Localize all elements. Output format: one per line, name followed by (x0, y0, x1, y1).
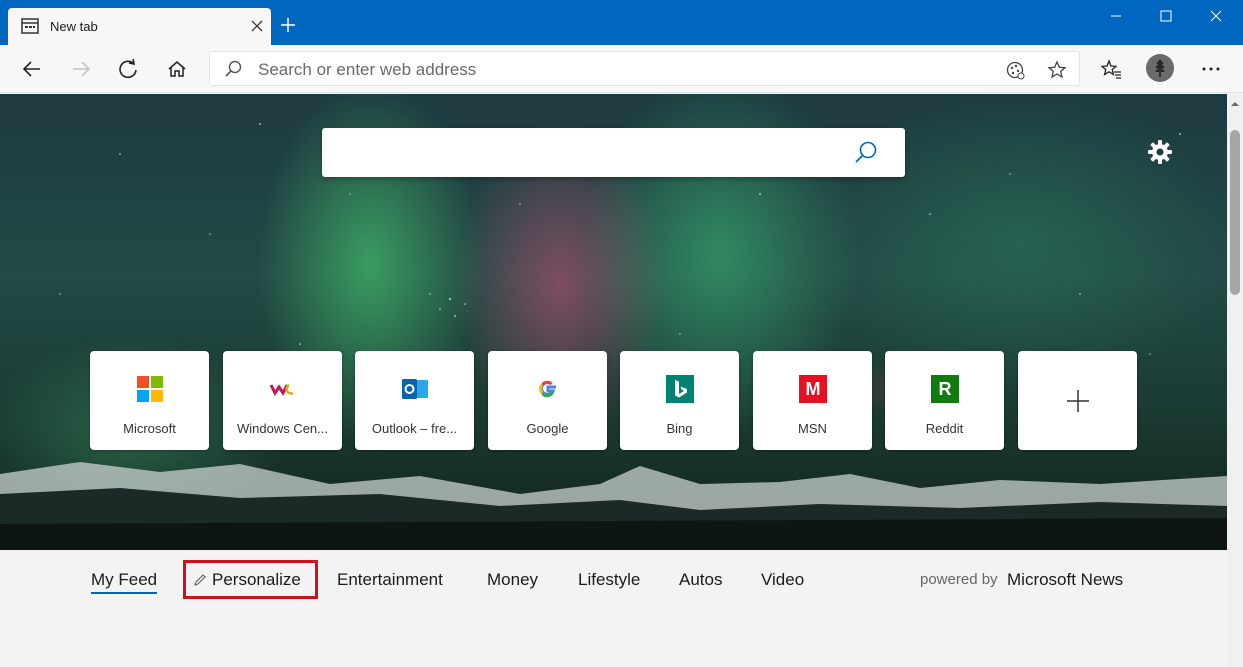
top-site-tile-microsoft[interactable]: Microsoft (90, 351, 209, 450)
more-options-icon[interactable] (1197, 55, 1225, 83)
pencil-icon (194, 574, 206, 586)
title-bar: New tab (0, 0, 1243, 45)
tile-label: Outlook – fre... (371, 421, 458, 436)
page-scrollbar[interactable] (1227, 94, 1243, 667)
top-site-tile-reddit[interactable]: R Reddit (885, 351, 1004, 450)
close-window-icon[interactable] (1193, 0, 1239, 32)
news-feed-bar: My Feed Personalize Entertainment Money … (0, 550, 1227, 667)
browser-toolbar: Search or enter web address (0, 45, 1243, 93)
tab-lifestyle[interactable]: Lifestyle (578, 570, 640, 590)
home-icon[interactable] (163, 55, 191, 83)
windows-central-logo-icon (269, 383, 294, 396)
tab-personalize[interactable]: Personalize (193, 570, 301, 590)
tile-label: Reddit (925, 421, 964, 436)
scroll-up-arrow-icon[interactable] (1231, 100, 1239, 108)
scroll-thumb[interactable] (1230, 130, 1240, 295)
msn-logo-icon: M (799, 375, 827, 403)
top-site-tile-google[interactable]: Google (488, 351, 607, 450)
tab-money[interactable]: Money (487, 570, 538, 590)
bing-logo-icon (666, 375, 694, 403)
top-site-tile-outlook[interactable]: Outlook – fre... (355, 351, 474, 450)
tab-entertainment[interactable]: Entertainment (337, 570, 443, 590)
tab-title: New tab (50, 19, 98, 34)
powered-by-label: powered by (920, 571, 998, 588)
search-icon (225, 60, 242, 77)
address-bar[interactable]: Search or enter web address (209, 51, 1080, 86)
new-tab-page-icon (21, 18, 39, 34)
top-site-tile-msn[interactable]: M MSN (753, 351, 872, 450)
add-site-tile[interactable] (1018, 351, 1137, 450)
maximize-icon[interactable] (1143, 0, 1189, 32)
google-logo-icon (539, 380, 556, 398)
tab-video[interactable]: Video (761, 570, 804, 590)
favorites-icon[interactable] (1097, 55, 1125, 83)
refresh-icon[interactable] (114, 55, 142, 83)
minimize-icon[interactable] (1093, 0, 1139, 32)
back-icon[interactable] (18, 55, 46, 83)
new-tab-icon[interactable] (278, 15, 298, 35)
tab-autos[interactable]: Autos (679, 570, 722, 590)
forward-icon[interactable] (67, 55, 95, 83)
microsoft-news-brand[interactable]: Microsoft News (1007, 570, 1123, 590)
tile-label: Windows Cen... (236, 421, 329, 436)
top-site-tile-windows-central[interactable]: Windows Cen... (223, 351, 342, 450)
tracking-prevention-icon[interactable] (1005, 60, 1025, 80)
tile-label: Google (526, 421, 569, 436)
background-image-aurora: Microsoft Windows Cen... Outlook – fre..… (0, 94, 1227, 550)
plus-icon (1066, 389, 1089, 412)
outlook-logo-icon (402, 379, 428, 399)
address-input[interactable]: Search or enter web address (258, 60, 476, 80)
tile-label: Bing (666, 421, 693, 436)
tab-personalize-label: Personalize (212, 570, 301, 589)
web-search-box[interactable] (322, 128, 905, 177)
reddit-logo-icon: R (931, 375, 959, 403)
search-icon[interactable] (853, 140, 879, 166)
tile-label: Microsoft (123, 421, 176, 436)
tile-label: MSN (798, 421, 827, 436)
top-site-tile-bing[interactable]: Bing (620, 351, 739, 450)
profile-avatar[interactable] (1146, 54, 1174, 82)
microsoft-logo-icon (137, 376, 163, 402)
gear-icon[interactable] (1147, 139, 1173, 165)
close-tab-icon[interactable] (248, 17, 266, 35)
add-favorite-star-icon[interactable] (1047, 60, 1067, 80)
tab-new-tab[interactable]: New tab (8, 8, 271, 45)
tab-my-feed[interactable]: My Feed (91, 570, 158, 594)
mountain-silhouette (0, 462, 1227, 550)
